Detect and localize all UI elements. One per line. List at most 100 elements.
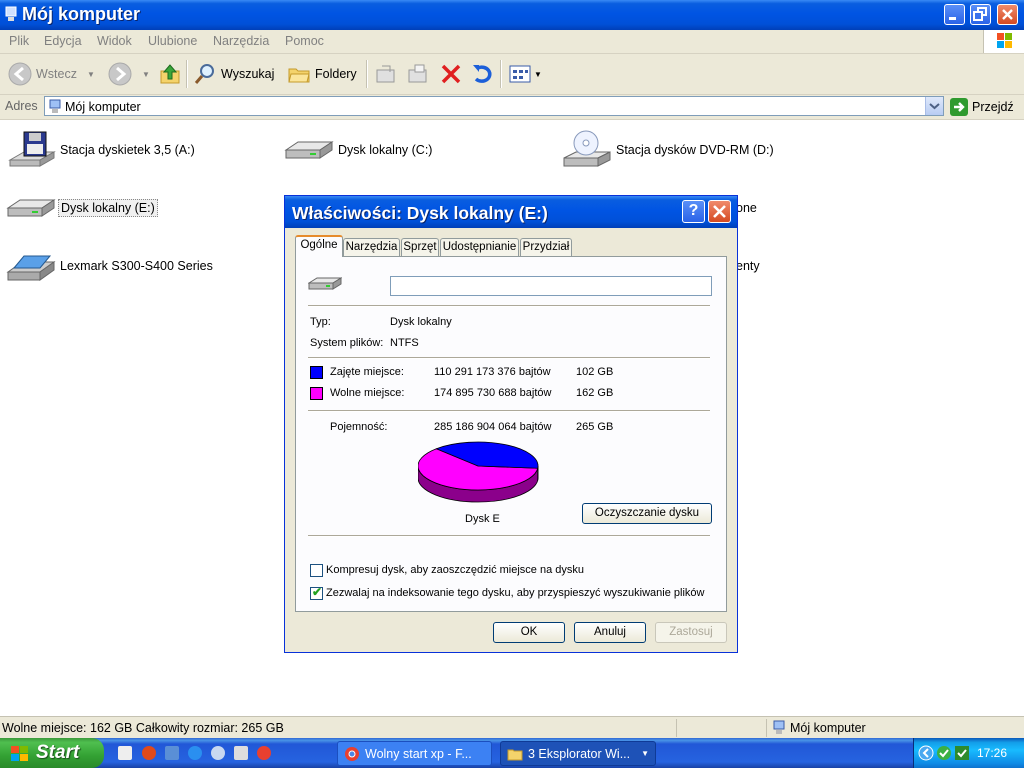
update-icon[interactable] xyxy=(954,745,970,761)
drive-floppy-a[interactable]: Stacja dyskietek 3,5 (A:) xyxy=(6,130,197,170)
used-space-label: Zajęte miejsce: xyxy=(330,366,404,378)
chrome-icon xyxy=(345,746,359,761)
quicklaunch-ie-icon[interactable] xyxy=(188,746,202,760)
printer-lexmark[interactable]: Lexmark S300-S400 Series xyxy=(6,246,215,286)
disk-usage-pie xyxy=(418,441,539,503)
address-bar: Adres Mój komputer Przejdź xyxy=(0,95,1024,120)
compress-checkbox[interactable] xyxy=(310,564,323,577)
filesystem-label: System plików: xyxy=(310,337,384,349)
tab-tools[interactable]: Narzędzia xyxy=(343,238,400,256)
windows-flag-icon xyxy=(997,33,1012,48)
views-button[interactable]: ▼ xyxy=(508,60,542,88)
help-button[interactable]: ? xyxy=(682,200,705,223)
move-to-button[interactable] xyxy=(374,60,398,88)
system-tray: 17:26 xyxy=(913,738,1024,768)
free-space-bytes: 174 895 730 688 bajtów xyxy=(434,387,552,399)
partially-hidden-item[interactable]: enty xyxy=(734,246,762,286)
free-space-gb: 162 GB xyxy=(576,387,614,399)
menu-file[interactable]: Plik xyxy=(9,34,29,48)
dialog-close-button[interactable] xyxy=(708,200,731,223)
computer-icon xyxy=(773,720,785,734)
address-dropdown-button[interactable] xyxy=(925,97,943,115)
menu-tools[interactable]: Narzędzia xyxy=(213,34,269,48)
capacity-gb: 265 GB xyxy=(576,421,614,433)
back-dropdown-icon[interactable]: ▼ xyxy=(87,70,95,79)
tab-quota[interactable]: Przydział xyxy=(520,238,572,256)
checkmark-icon: ✔ xyxy=(312,585,323,599)
taskbar-item-explorer[interactable]: 3 Eksplorator Wi... ▼ xyxy=(500,741,656,766)
status-free-space: Wolne miejsce: 162 GB Całkowity rozmiar:… xyxy=(2,721,284,735)
drive-dvd-d[interactable]: Stacja dysków DVD-RM (D:) xyxy=(562,130,776,170)
address-input[interactable]: Mój komputer xyxy=(44,96,944,116)
type-value: Dysk lokalny xyxy=(390,316,452,328)
minimize-button[interactable] xyxy=(944,4,965,25)
copy-to-button[interactable] xyxy=(406,60,430,88)
folders-button[interactable]: Foldery xyxy=(287,60,357,88)
status-bar: Wolne miejsce: 162 GB Całkowity rozmiar:… xyxy=(0,716,1024,739)
apply-button[interactable]: Zastosuj xyxy=(655,622,727,643)
quicklaunch-disc-icon[interactable] xyxy=(211,746,225,760)
capacity-bytes: 285 186 904 064 bajtów xyxy=(434,421,552,433)
dvd-drive-icon xyxy=(563,130,611,167)
forward-dropdown-icon[interactable]: ▼ xyxy=(142,70,150,79)
window-titlebar[interactable]: Mój komputer xyxy=(0,0,1024,30)
group-dropdown-icon[interactable]: ▼ xyxy=(641,749,649,758)
drive-local-c[interactable]: Dysk lokalny (C:) xyxy=(284,130,434,170)
hard-drive-icon xyxy=(284,141,334,159)
taskbar: Start Wolny start xp - F... 3 Eksplorato… xyxy=(0,738,1024,768)
floppy-drive-icon xyxy=(8,131,56,167)
go-button[interactable]: Przejdź xyxy=(950,98,1014,116)
used-space-bytes: 110 291 173 376 bajtów xyxy=(434,366,551,378)
scanner-printer-icon xyxy=(6,255,56,281)
start-button[interactable]: Start xyxy=(0,738,104,768)
disk-label: Dysk E xyxy=(465,513,500,525)
views-dropdown-icon[interactable]: ▼ xyxy=(534,70,542,79)
cancel-button[interactable]: Anuluj xyxy=(574,622,646,643)
chevron-left-icon[interactable] xyxy=(918,745,934,761)
index-label: Zezwalaj na indeksowanie tego dysku, aby… xyxy=(326,587,705,599)
computer-icon xyxy=(5,6,17,21)
menu-favorites[interactable]: Ulubione xyxy=(148,34,197,48)
window-title: Mój komputer xyxy=(22,4,141,24)
delete-button[interactable] xyxy=(439,60,463,88)
search-button[interactable]: Wyszukaj xyxy=(193,60,274,88)
status-location: Mój komputer xyxy=(772,720,866,736)
back-button[interactable]: Wstecz ▼ xyxy=(8,60,95,88)
properties-dialog: Właściwości: Dysk lokalny (E:) ? Ogólne … xyxy=(284,195,738,653)
quicklaunch-chrome-icon[interactable] xyxy=(257,746,271,760)
quicklaunch-media-icon[interactable] xyxy=(142,746,156,760)
quicklaunch-app-icon[interactable] xyxy=(165,746,179,760)
tab-hardware[interactable]: Sprzęt xyxy=(401,238,439,256)
maximize-button[interactable] xyxy=(970,4,991,25)
undo-button[interactable] xyxy=(470,60,494,88)
general-panel: Typ: Dysk lokalny System plików: NTFS Za… xyxy=(295,256,727,612)
used-space-swatch xyxy=(310,366,323,379)
close-icon xyxy=(1002,9,1013,20)
undo-icon xyxy=(473,65,492,83)
move-to-folder-icon xyxy=(376,65,395,83)
disk-cleanup-button[interactable]: Oczyszczanie dysku xyxy=(582,503,712,524)
quicklaunch-desktop-icon[interactable] xyxy=(118,746,132,760)
menu-view[interactable]: Widok xyxy=(97,34,132,48)
clock[interactable]: 17:26 xyxy=(977,746,1007,760)
folder-icon xyxy=(507,749,523,760)
menu-help[interactable]: Pomoc xyxy=(285,34,324,48)
up-button[interactable] xyxy=(158,60,182,88)
index-checkbox[interactable]: ✔ xyxy=(310,585,323,600)
menu-edit[interactable]: Edycja xyxy=(44,34,82,48)
drive-local-e[interactable]: Dysk lokalny (E:) xyxy=(6,188,158,228)
folder-up-icon xyxy=(160,64,180,84)
volume-name-input[interactable] xyxy=(390,276,712,296)
taskbar-item-browser[interactable]: Wolny start xp - F... xyxy=(337,741,492,766)
tab-sharing[interactable]: Udostępnianie xyxy=(440,238,519,256)
forward-button[interactable]: ▼ xyxy=(108,60,150,88)
quicklaunch-window-icon[interactable] xyxy=(234,746,248,760)
copy-to-folder-icon xyxy=(408,64,427,83)
ok-button[interactable]: OK xyxy=(493,622,565,643)
free-space-swatch xyxy=(310,387,323,400)
close-button[interactable] xyxy=(997,4,1018,25)
tab-general[interactable]: Ogólne xyxy=(295,235,343,257)
used-space-gb: 102 GB xyxy=(576,366,614,378)
dialog-titlebar[interactable]: Właściwości: Dysk lokalny (E:) ? xyxy=(285,196,737,228)
security-check-icon[interactable] xyxy=(936,745,952,761)
